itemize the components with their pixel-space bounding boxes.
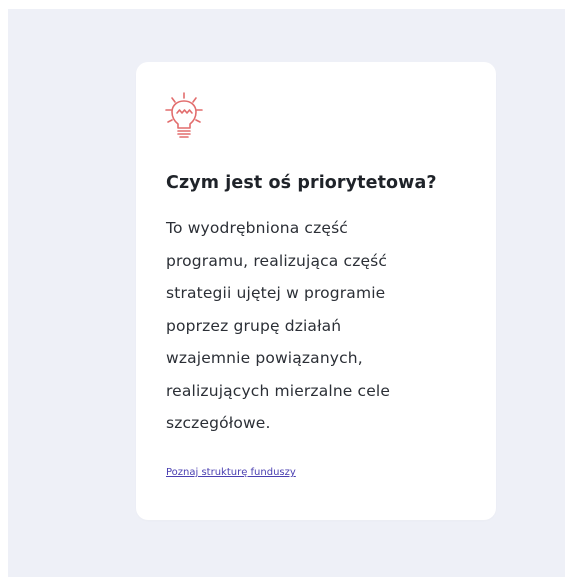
card-description: To wyodrębniona część programu, realizuj…	[166, 212, 466, 440]
description-line: To wyodrębniona część	[166, 219, 348, 237]
info-card: Czym jest oś priorytetowa? To wyodrębnio…	[136, 62, 496, 520]
description-line: programu, realizująca część	[166, 251, 388, 270]
page-background: Czym jest oś priorytetowa? To wyodrębnio…	[8, 9, 565, 577]
description-line: wzajemnie powiązanych,	[166, 349, 363, 367]
description-line: strategii ujętej w programie	[166, 284, 386, 302]
card-title: Czym jest oś priorytetowa?	[166, 173, 437, 193]
description-line: poprzez grupę działań	[166, 316, 342, 335]
fund-structure-link[interactable]: Poznaj strukturę funduszy	[166, 467, 296, 478]
lightbulb-icon	[165, 92, 203, 138]
description-line: realizujących mierzalne cele	[166, 381, 391, 400]
description-line: szczegółowe.	[166, 414, 271, 432]
